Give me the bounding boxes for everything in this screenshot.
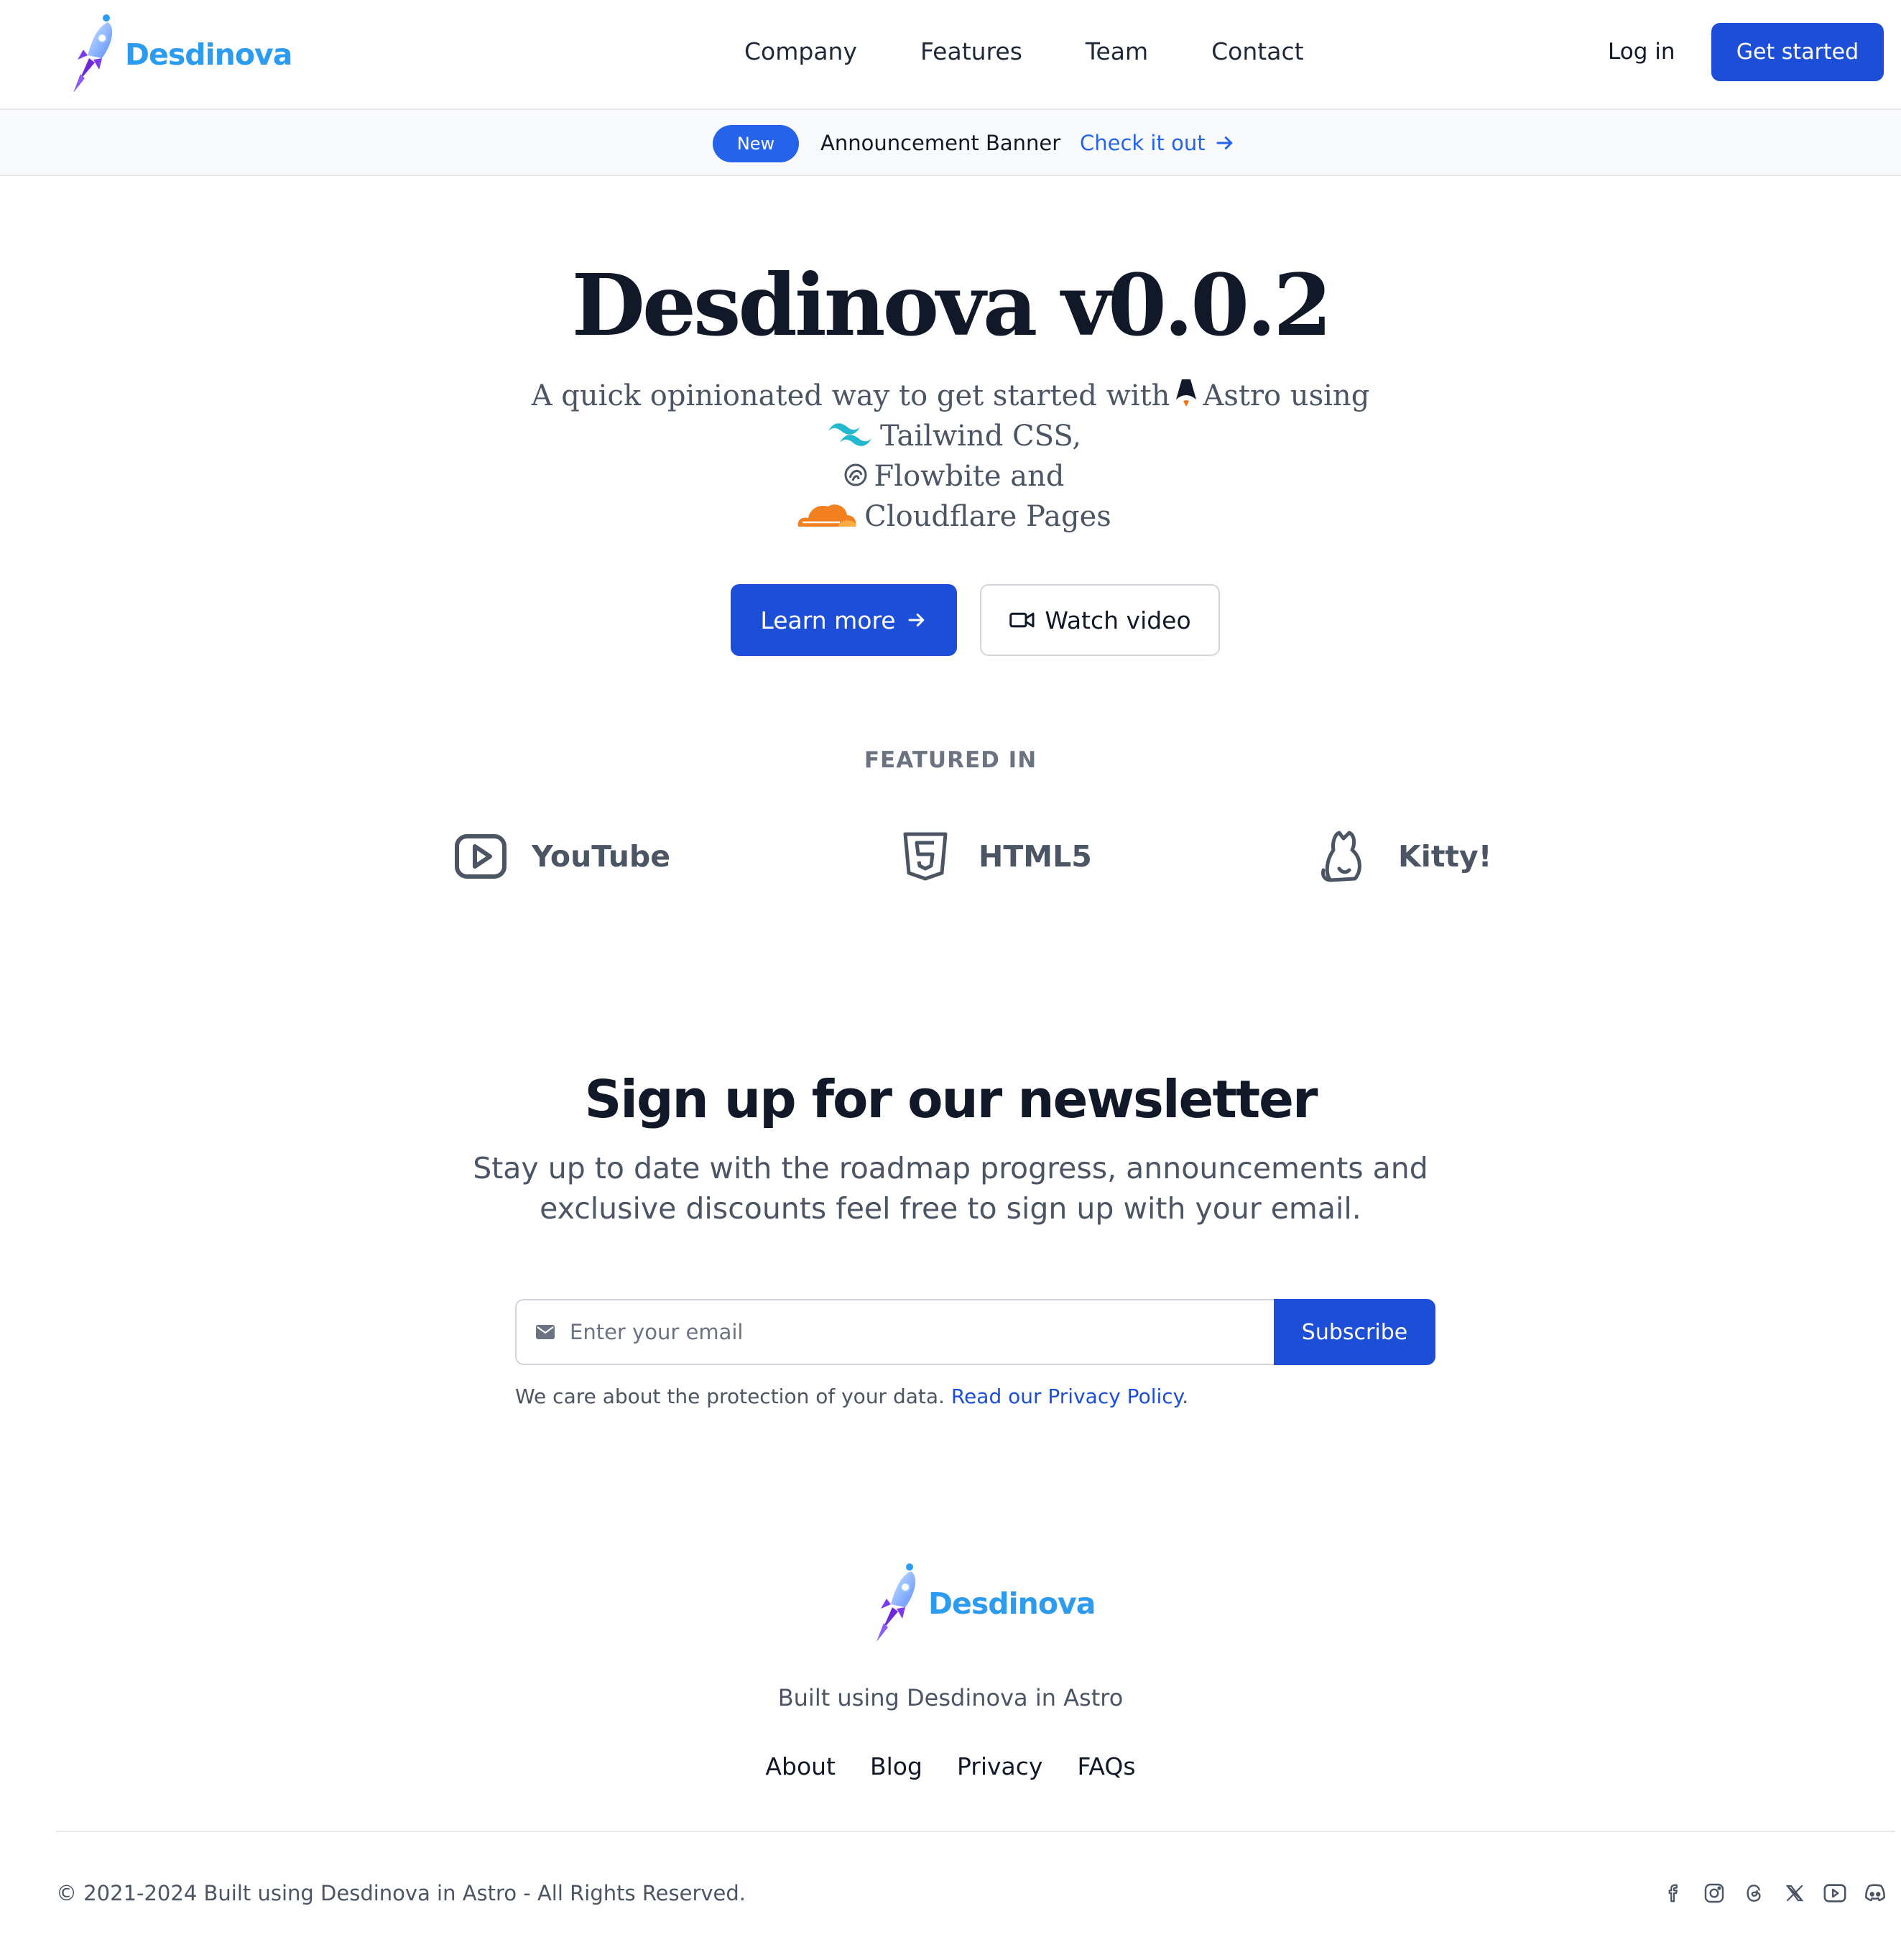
- envelope-icon: [536, 1325, 555, 1339]
- youtube-icon: [455, 834, 507, 879]
- watch-video-button[interactable]: Watch video: [980, 584, 1220, 656]
- hero-line1-post: Astro using: [1203, 379, 1370, 412]
- featured-youtube[interactable]: YouTube: [454, 828, 670, 885]
- privacy-period: .: [1182, 1385, 1189, 1408]
- brand-name: Desdinova: [125, 37, 292, 72]
- video-camera-icon: [1009, 612, 1035, 628]
- brand-logo[interactable]: Desdinova: [63, 10, 292, 99]
- hero-subtitle-line-1: A quick opinionated way to get started w…: [0, 376, 1901, 419]
- featured-kitty[interactable]: Kitty!: [1318, 828, 1491, 885]
- privacy-policy-link[interactable]: Read our Privacy Policy: [951, 1385, 1182, 1408]
- hero-subtitle-line-3: Flowbite and: [0, 456, 1901, 499]
- cat-icon: [1321, 831, 1361, 882]
- hero-subtitle-line-4: Cloudflare Pages: [0, 496, 1901, 540]
- x-icon[interactable]: [1775, 1877, 1815, 1910]
- instagram-icon[interactable]: [1694, 1877, 1734, 1910]
- hero-line3-text: Flowbite and: [874, 460, 1065, 493]
- html5-icon: [903, 832, 948, 881]
- footer-link-privacy[interactable]: Privacy: [957, 1750, 1042, 1783]
- footer-tagline: Built using Desdinova in Astro: [777, 1684, 1124, 1711]
- hero-title: Desdinova v0.0.2: [571, 255, 1333, 355]
- astro-icon: [1175, 378, 1197, 419]
- rocket-logo-icon: [877, 1563, 916, 1642]
- hero-line1-pre: A quick opinionated way to get started w…: [531, 379, 1170, 412]
- email-input[interactable]: [570, 1320, 1216, 1344]
- hero-line2-text: Tailwind CSS,: [879, 420, 1082, 453]
- check-it-out-link[interactable]: Check it out: [1080, 126, 1236, 160]
- discord-icon[interactable]: [1855, 1877, 1895, 1910]
- rocket-logo-icon: [73, 14, 113, 93]
- site-header: Desdinova Company Features Team Contact …: [0, 0, 1901, 110]
- newsletter-description: Stay up to date with the roadmap progres…: [473, 1151, 1428, 1226]
- facebook-icon[interactable]: [1654, 1877, 1694, 1910]
- new-badge: New: [713, 125, 799, 162]
- main-nav: Company Features Team Contact: [744, 34, 1367, 69]
- flowbite-icon: [843, 458, 869, 499]
- hero-line4-text: Cloudflare Pages: [864, 500, 1111, 533]
- tailwind-icon: [825, 418, 874, 459]
- youtube-icon[interactable]: [1815, 1877, 1855, 1910]
- nav-features[interactable]: Features: [920, 34, 1022, 69]
- email-field[interactable]: [515, 1299, 1275, 1365]
- subscribe-button[interactable]: Subscribe: [1274, 1299, 1435, 1365]
- learn-more-label: Learn more: [760, 606, 896, 634]
- announcement-banner: New Announcement Banner Check it out: [0, 111, 1901, 176]
- footer-links: About Blog Privacy FAQs: [0, 1750, 1901, 1783]
- nav-company[interactable]: Company: [744, 34, 857, 69]
- newsletter-title: Sign up for our newsletter: [584, 1069, 1318, 1129]
- footer-link-faqs[interactable]: FAQs: [1077, 1750, 1135, 1783]
- featured-in-title: FEATURED IN: [864, 747, 1037, 773]
- threads-icon[interactable]: [1734, 1877, 1775, 1910]
- nav-team[interactable]: Team: [1086, 34, 1148, 69]
- learn-more-button[interactable]: Learn more: [731, 584, 957, 656]
- watch-video-label: Watch video: [1045, 606, 1191, 634]
- nav-contact[interactable]: Contact: [1211, 34, 1303, 69]
- footer-link-about[interactable]: About: [765, 1750, 836, 1783]
- featured-kitty-label: Kitty!: [1398, 839, 1492, 874]
- arrow-right-icon: [1216, 137, 1232, 149]
- featured-html5-label: HTML5: [979, 839, 1092, 874]
- privacy-notice: We care about the protection of your dat…: [515, 1382, 1188, 1411]
- footer-link-blog[interactable]: Blog: [870, 1750, 922, 1783]
- featured-youtube-label: YouTube: [532, 839, 671, 874]
- social-links: [1654, 1877, 1895, 1910]
- footer-brand-logo[interactable]: Desdinova: [866, 1559, 1096, 1648]
- login-link[interactable]: Log in: [1608, 34, 1675, 69]
- copyright-text: © 2021-2024 Built using Desdinova in Ast…: [56, 1881, 746, 1905]
- get-started-button[interactable]: Get started: [1711, 23, 1884, 81]
- banner-text: Announcement Banner: [820, 131, 1061, 155]
- hero-subtitle-line-2: Tailwind CSS,: [0, 416, 1901, 459]
- footer-divider: [56, 1831, 1895, 1832]
- cloudflare-icon: [795, 498, 859, 540]
- footer-brand-name: Desdinova: [928, 1586, 1096, 1621]
- arrow-right-icon: [908, 614, 924, 627]
- privacy-text: We care about the protection of your dat…: [515, 1385, 945, 1408]
- check-it-out-label: Check it out: [1080, 131, 1206, 155]
- featured-html5[interactable]: HTML5: [902, 828, 1092, 885]
